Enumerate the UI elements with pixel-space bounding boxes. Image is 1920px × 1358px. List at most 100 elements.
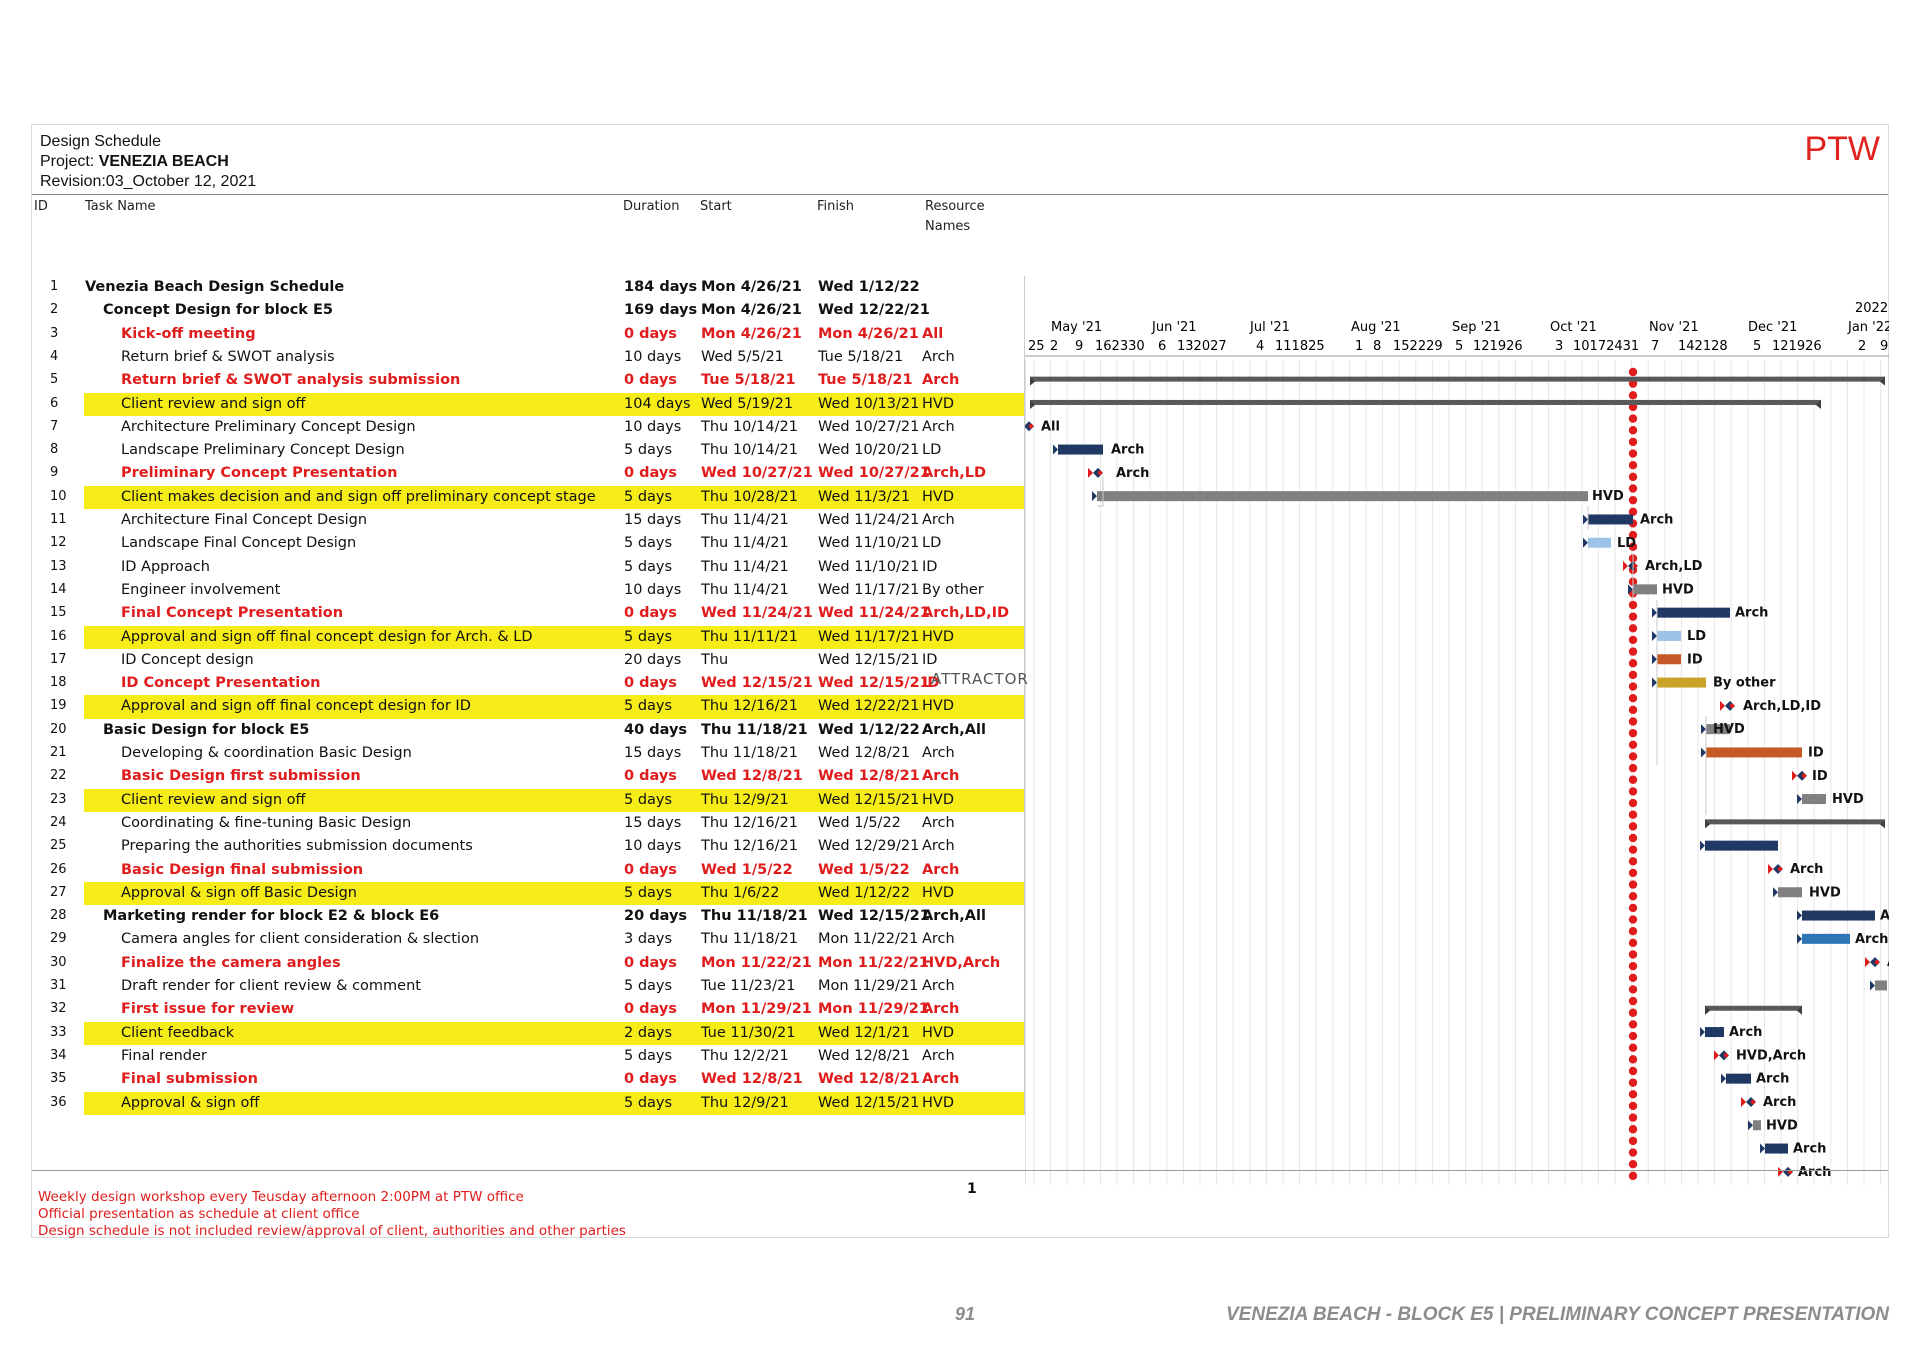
task-row[interactable]: 21 Developing & coordination Basic Design…: [32, 742, 1024, 765]
bar-start-indicator: [1652, 630, 1657, 641]
task-finish: Wed 12/22/21: [818, 698, 920, 715]
milestone-indicator: [1623, 561, 1628, 572]
status-date-dot: [1628, 612, 1638, 621]
task-row[interactable]: 7 Architecture Preliminary Concept Design…: [32, 416, 1024, 439]
task-row[interactable]: 24 Coordinating & fine-tuning Basic Desig…: [32, 812, 1024, 835]
status-date-dot: [1628, 705, 1638, 715]
task-start: Thu 11/18/21: [701, 721, 808, 738]
task-finish: Wed 11/17/21: [818, 581, 920, 598]
task-row[interactable]: 34 Final render 5 days Thu 12/2/21 Wed 12/8/…: [32, 1045, 1024, 1068]
task-row[interactable]: 11 Architecture Final Concept Design 15 da…: [32, 509, 1024, 532]
task-start: Tue 11/23/21: [701, 978, 796, 994]
task-row[interactable]: 13 ID Approach 5 days Thu 11/4/21 Wed 11/10/…: [32, 556, 1024, 579]
task-start: Mon 4/26/21: [701, 325, 802, 342]
task-start: Thu 10/28/21: [701, 488, 798, 505]
status-date-dot: [1628, 495, 1638, 505]
col-resource-names: Resource Names: [925, 199, 985, 234]
task-finish: Wed 10/27/21: [818, 465, 930, 482]
task-row[interactable]: 19 Approval and sign off final concept de…: [32, 695, 1024, 719]
task-row[interactable]: 23 Client review and sign off 5 days Thu 12…: [32, 788, 1024, 812]
gantt-task-bar: [1705, 840, 1778, 851]
task-row[interactable]: 5 Return brief & SWOT analysis submission…: [32, 369, 1024, 392]
task-id: 7: [50, 418, 59, 434]
gantt-summary-bar: [1030, 399, 1821, 405]
task-row[interactable]: 20 Basic Design for block E5 40 days Thu 11…: [32, 719, 1024, 742]
task-resource: Arch: [922, 348, 955, 365]
task-row[interactable]: 2 Concept Design for block E5 169 days Mon …: [32, 299, 1024, 322]
task-row[interactable]: 35 Final submission 0 days Wed 12/8/21 Wed 1…: [32, 1068, 1024, 1091]
task-row[interactable]: 14 Engineer involvement 10 days Thu 11/4/21…: [32, 579, 1024, 602]
task-row[interactable]: 30 Finalize the camera angles 0 days Mon 11…: [32, 952, 1024, 975]
task-row[interactable]: 10 Client makes decision and and sign off…: [32, 485, 1024, 509]
status-date-dot: [1628, 717, 1638, 726]
task-row[interactable]: 22 Basic Design first submission 0 days Wed…: [32, 765, 1024, 788]
task-resource: LD: [922, 442, 942, 459]
task-row[interactable]: 1 Venezia Beach Design Schedule 184 days Mo…: [32, 276, 1024, 299]
task-row[interactable]: 15 Final Concept Presentation 0 days Wed 11…: [32, 602, 1024, 625]
task-name: Coordinating & fine-tuning Basic Design: [121, 814, 412, 831]
task-finish: Tue 5/18/21: [818, 348, 904, 365]
timescale-month: Nov '21: [1649, 320, 1699, 335]
task-finish: Wed 12/15/21: [818, 1094, 920, 1111]
status-date-dot: [1628, 472, 1638, 482]
task-name: Approval & sign off Basic Design: [121, 884, 357, 901]
project-prefix: Project:: [40, 153, 99, 170]
bar-start-indicator: [1053, 444, 1058, 455]
gantt-resource-label: Arch: [1756, 1072, 1789, 1087]
task-row[interactable]: 16 Approval and sign off final concept de…: [32, 625, 1024, 649]
milestone-marker: [1874, 959, 1880, 965]
task-row[interactable]: 25 Preparing the authorities submission d…: [32, 835, 1024, 858]
timescale-day: 8: [1373, 339, 1381, 354]
task-finish: Mon 11/29/21: [818, 1001, 929, 1018]
gantt-resource-label: ID: [1808, 745, 1824, 760]
task-row[interactable]: 3 Kick-off meeting 0 days Mon 4/26/21 Mon 4/…: [32, 323, 1024, 346]
task-id: 10: [50, 488, 67, 504]
task-row[interactable]: 17 ID Concept design 20 days Thu Wed 12/15/2…: [32, 649, 1024, 672]
task-row[interactable]: 31 Draft render for client review & comme…: [32, 975, 1024, 998]
task-resource: Arch,All: [922, 908, 986, 925]
task-row[interactable]: 9 Preliminary Concept Presentation 0 days W…: [32, 462, 1024, 485]
task-duration: 0 days: [624, 372, 677, 389]
task-row[interactable]: 27 Approval & sign off Basic Design 5 days…: [32, 881, 1024, 906]
task-row[interactable]: 26 Basic Design final submission 0 days Wed…: [32, 859, 1024, 882]
task-start: Wed 12/8/21: [701, 1071, 803, 1088]
task-row[interactable]: 8 Landscape Preliminary Concept Design 5 d…: [32, 439, 1024, 462]
timescale-day: 111825: [1275, 339, 1325, 354]
task-row[interactable]: 12 Landscape Final Concept Design 5 days Th…: [32, 532, 1024, 555]
task-name: First issue for review: [121, 1001, 295, 1018]
task-id: 20: [50, 721, 67, 737]
status-date-dot: [1628, 414, 1638, 423]
status-date-dot: [1628, 950, 1638, 959]
milestone-marker: [1028, 424, 1034, 429]
task-resource: Arch,LD,ID: [922, 605, 1010, 622]
timescale-month: Aug '21: [1351, 320, 1401, 335]
task-duration: 5 days: [624, 558, 673, 575]
gantt-chart: 2022 May '21 Jun '21 Jul '21 Aug '21 Sep '21 O…: [1019, 280, 1920, 1203]
task-row[interactable]: 32 First issue for review 0 days Mon 11/29/…: [32, 998, 1024, 1021]
task-name: Client feedback: [121, 1024, 235, 1041]
task-row[interactable]: 28 Marketing render for block E2 & block …: [32, 905, 1024, 928]
milestone-marker: [1723, 1053, 1729, 1058]
task-finish: Wed 12/8/21: [818, 1047, 911, 1064]
task-row[interactable]: 6 Client review and sign off 104 days Wed 5…: [32, 392, 1024, 416]
status-date-dot: [1628, 961, 1638, 971]
task-row[interactable]: 4 Return brief & SWOT analysis 10 days Wed …: [32, 346, 1024, 369]
task-id: 19: [50, 698, 67, 714]
gantt-task-bar: [1802, 794, 1826, 805]
task-start: Mon 4/26/21: [701, 302, 802, 319]
task-duration: 10 days: [624, 581, 682, 598]
task-row[interactable]: 33 Client feedback 2 days Tue 11/30/21 Wed 1…: [32, 1021, 1024, 1045]
task-resource: HVD: [922, 698, 954, 715]
task-start: Thu 12/16/21: [701, 838, 798, 855]
task-resource: Arch: [922, 838, 955, 855]
task-row[interactable]: 29 Camera angles for client consideration…: [32, 928, 1024, 951]
milestone-indicator: [1792, 770, 1797, 781]
task-name: Final render: [121, 1047, 207, 1064]
task-duration: 104 days: [624, 395, 691, 412]
task-finish: Wed 10/27/21: [818, 418, 920, 435]
milestone-indicator: [1088, 467, 1093, 478]
task-row[interactable]: 36 Approval & sign off 5 days Thu 12/9/21 We…: [32, 1091, 1024, 1115]
task-duration: 5 days: [624, 884, 673, 901]
task-row[interactable]: 18 ID Concept Presentation 0 days Wed 12/15…: [32, 672, 1024, 695]
bar-start-indicator: [1583, 537, 1588, 548]
